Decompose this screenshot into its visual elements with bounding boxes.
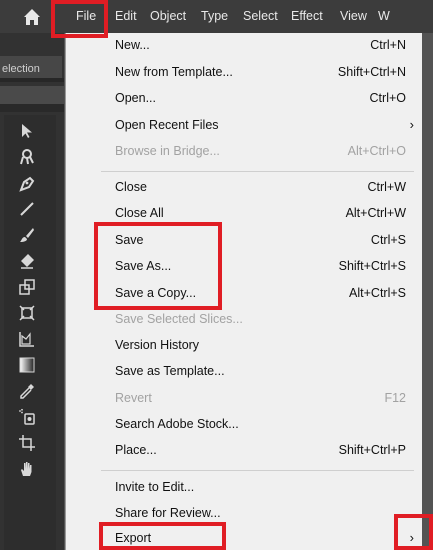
toolbar-column [4,115,56,550]
scale-icon [19,279,35,295]
panel-divider [0,104,64,112]
menu-item-revert[interactable]: Revert F12 [66,386,422,410]
menu-type[interactable]: Type [201,0,228,33]
menu-effect[interactable]: Effect [291,0,323,33]
paintbrush-tool[interactable] [12,223,42,247]
paintbrush-icon [20,228,34,242]
menu-item-label: Invite to Edit... [115,480,195,494]
menu-item-shortcut: F12 [384,391,406,405]
panel-divider [0,78,64,82]
line-tool[interactable] [12,197,42,221]
menu-item-label: Open... [115,91,156,105]
gradient-icon [19,357,35,373]
pen-tool[interactable] [12,171,42,195]
menu-edit[interactable]: Edit [115,0,137,33]
artboard-icon [19,435,35,451]
menu-item-shortcut: Ctrl+S [370,233,406,247]
free-transform-icon [19,305,35,321]
home-icon [24,8,40,25]
highlight-box-save-items [94,222,222,310]
hand-icon [21,462,32,476]
menu-item-new[interactable]: New... Ctrl+N [66,33,422,57]
symbol-sprayer-icon [19,408,35,425]
menu-item-label: New from Template... [115,65,233,79]
hand-tool[interactable] [12,457,42,481]
menu-item-shortcut: Alt+Ctrl+S [349,286,406,300]
eraser-tool[interactable] [12,249,42,273]
puppet-warp-tool[interactable] [12,145,42,169]
submenu-arrow-icon: › [409,117,414,132]
eyedropper-icon [20,384,34,399]
menu-item-new-from-template[interactable]: New from Template... Shift+Ctrl+N [66,60,422,84]
menu-item-shortcut: Ctrl+O [369,91,406,105]
direct-selection-tool[interactable] [12,119,42,143]
menu-item-version-history[interactable]: Version History [66,333,422,357]
menu-item-label: New... [115,38,150,52]
highlight-box-file-menu [51,0,108,38]
menu-item-label: Search Adobe Stock... [115,417,239,431]
free-transform-tool[interactable] [12,301,42,325]
scale-tool[interactable] [12,275,42,299]
menu-view[interactable]: View [340,0,367,33]
menu-item-label: Open Recent Files [115,118,219,132]
menu-item-label: Save Selected Slices... [115,312,243,326]
menu-item-open[interactable]: Open... Ctrl+O [66,86,422,110]
menu-item-save-as-template[interactable]: Save as Template... [66,359,422,383]
menu-item-label: Version History [115,338,200,352]
symbol-sprayer-tool[interactable] [12,405,42,429]
puppet-warp-icon [20,149,34,165]
menu-item-label: Revert [115,391,152,405]
menu-item-invite-to-edit[interactable]: Invite to Edit... [66,475,422,499]
menu-item-label: Save as Template... [115,364,225,378]
menu-item-search-adobe-stock[interactable]: Search Adobe Stock... [66,412,422,436]
direct-selection-icon [22,124,32,138]
line-icon [20,202,34,216]
menu-window[interactable]: W [378,0,390,33]
menu-item-place[interactable]: Place... Shift+Ctrl+P [66,438,422,462]
artboard-tool[interactable] [12,431,42,455]
menu-item-close[interactable]: Close Ctrl+W [66,175,422,199]
eyedropper-tool[interactable] [12,379,42,403]
menu-item-shortcut: Alt+Ctrl+W [345,206,406,220]
menu-object[interactable]: Object [150,0,186,33]
menu-separator [101,470,414,471]
menu-item-shortcut: Ctrl+W [367,180,406,194]
menu-item-shortcut: Shift+Ctrl+P [338,443,406,457]
highlight-box-export [99,522,226,550]
gradient-tool[interactable] [12,353,42,377]
menu-select[interactable]: Select [243,0,278,33]
menu-item-shortcut: Shift+Ctrl+N [337,65,406,79]
menu-item-browse-in-bridge[interactable]: Browse in Bridge... Alt+Ctrl+O [66,139,422,163]
menu-item-open-recent-files[interactable]: Open Recent Files › [66,113,422,137]
menu-item-shortcut: Alt+Ctrl+O [347,144,406,158]
graph-icon [19,332,34,347]
menu-separator [101,171,414,172]
highlight-box-export-arrow [394,514,433,550]
menu-item-label: Close [115,180,147,194]
menu-item-shortcut: Ctrl+N [370,38,406,52]
menu-item-shortcut: Shift+Ctrl+S [338,259,406,273]
eraser-icon [21,254,34,269]
pen-icon [19,176,35,192]
menu-item-label: Place... [115,443,157,457]
menu-item-save-selected-slices[interactable]: Save Selected Slices... [66,307,422,331]
graph-tool[interactable] [12,327,42,351]
panel-gripper[interactable] [0,86,64,104]
menu-item-label: Browse in Bridge... [115,144,220,158]
